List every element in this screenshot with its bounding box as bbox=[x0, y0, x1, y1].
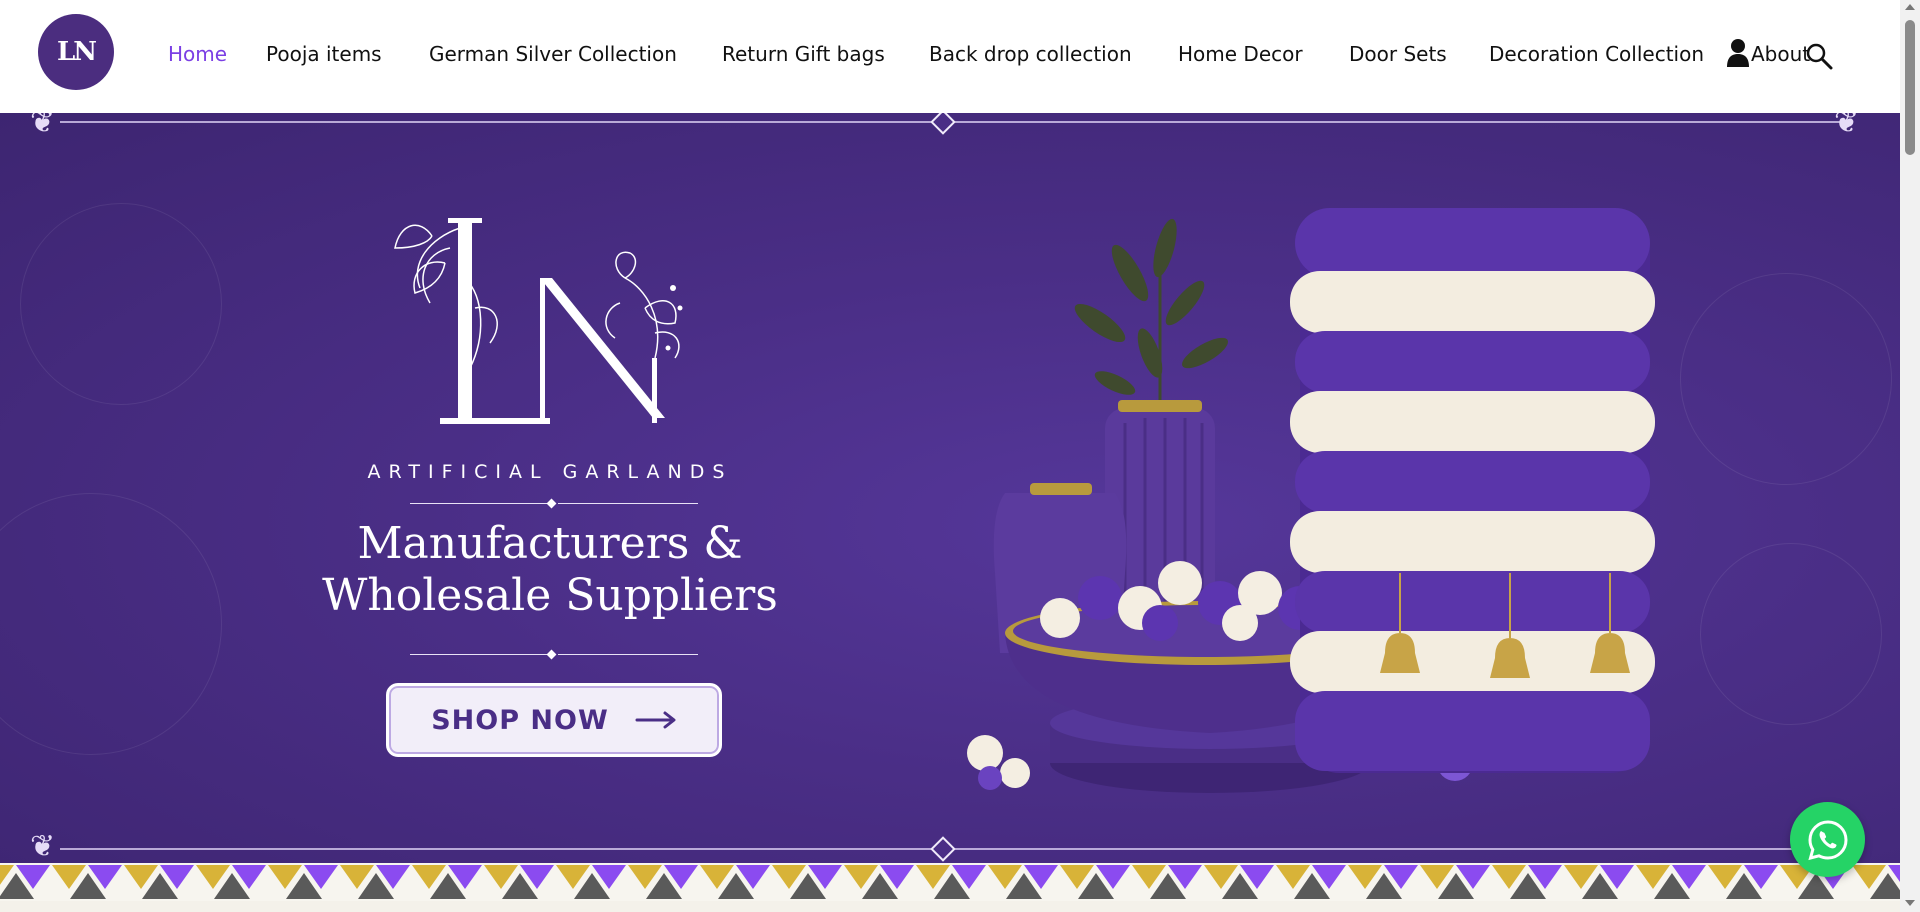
nav-pooja-items[interactable]: Pooja items bbox=[266, 42, 382, 66]
nav-about[interactable]: About bbox=[1751, 42, 1810, 66]
divider-line bbox=[558, 654, 698, 655]
shop-now-label: SHOP NOW bbox=[431, 704, 609, 736]
arrow-right-icon bbox=[635, 711, 676, 729]
divider-line bbox=[410, 654, 550, 655]
tagline-line-1: Manufacturers & bbox=[357, 518, 743, 569]
garland-product-image bbox=[967, 208, 1655, 793]
whatsapp-icon bbox=[1807, 819, 1848, 860]
site-logo[interactable]: LN bbox=[38, 14, 114, 90]
nav-home[interactable]: Home bbox=[168, 42, 227, 66]
nav-german-silver-collection[interactable]: German Silver Collection bbox=[429, 42, 677, 66]
brand-title: ARTIFICIAL GARLANDS bbox=[367, 461, 733, 483]
site-header: LN Home Pooja items German Silver Collec… bbox=[0, 0, 1900, 113]
user-icon[interactable] bbox=[1726, 38, 1750, 68]
divider-line bbox=[410, 503, 550, 504]
divider-diamond bbox=[546, 498, 557, 509]
hero-banner: ❦ ❦ ❦ ARTIFICIAL GARLANDS Manufacturers … bbox=[0, 113, 1900, 863]
bg-flower-decoration bbox=[1680, 273, 1892, 485]
bg-flower-decoration bbox=[0, 493, 222, 755]
nav-door-sets[interactable]: Door Sets bbox=[1349, 42, 1447, 66]
nav-decoration-collection[interactable]: Decoration Collection bbox=[1489, 42, 1704, 66]
ln-monogram-graphic bbox=[394, 218, 683, 424]
scrollbar-thumb[interactable] bbox=[1905, 20, 1915, 155]
shop-now-button[interactable]: SHOP NOW bbox=[386, 683, 722, 757]
page: LN Home Pooja items German Silver Collec… bbox=[0, 0, 1900, 912]
search-icon[interactable] bbox=[1805, 42, 1833, 70]
divider-line bbox=[558, 503, 698, 504]
page-scrollbar[interactable] bbox=[1900, 0, 1920, 912]
bottom-strip bbox=[0, 901, 1900, 912]
decorative-pattern-strip bbox=[0, 863, 1900, 901]
corner-swirl-decoration: ❦ bbox=[30, 113, 56, 140]
bg-flower-decoration bbox=[1700, 543, 1882, 725]
nav-home-decor[interactable]: Home Decor bbox=[1178, 42, 1303, 66]
scroll-up-arrow[interactable] bbox=[1905, 4, 1915, 10]
nav-return-gift-bags[interactable]: Return Gift bags bbox=[722, 42, 885, 66]
divider-diamond bbox=[546, 649, 557, 660]
logo-monogram: LN bbox=[56, 37, 97, 67]
frame-top-diamond bbox=[930, 113, 956, 135]
nav-back-drop-collection[interactable]: Back drop collection bbox=[929, 42, 1132, 66]
triangle-pattern bbox=[0, 865, 1900, 899]
corner-swirl-decoration: ❦ bbox=[30, 829, 56, 863]
tagline-line-2: Wholesale Suppliers bbox=[322, 570, 778, 621]
scroll-down-arrow[interactable] bbox=[1905, 900, 1915, 906]
bg-flower-decoration bbox=[20, 203, 222, 405]
hero-tagline: Manufacturers & Wholesale Suppliers bbox=[280, 518, 820, 622]
corner-swirl-decoration: ❦ bbox=[1834, 113, 1860, 140]
whatsapp-button[interactable] bbox=[1790, 802, 1865, 877]
